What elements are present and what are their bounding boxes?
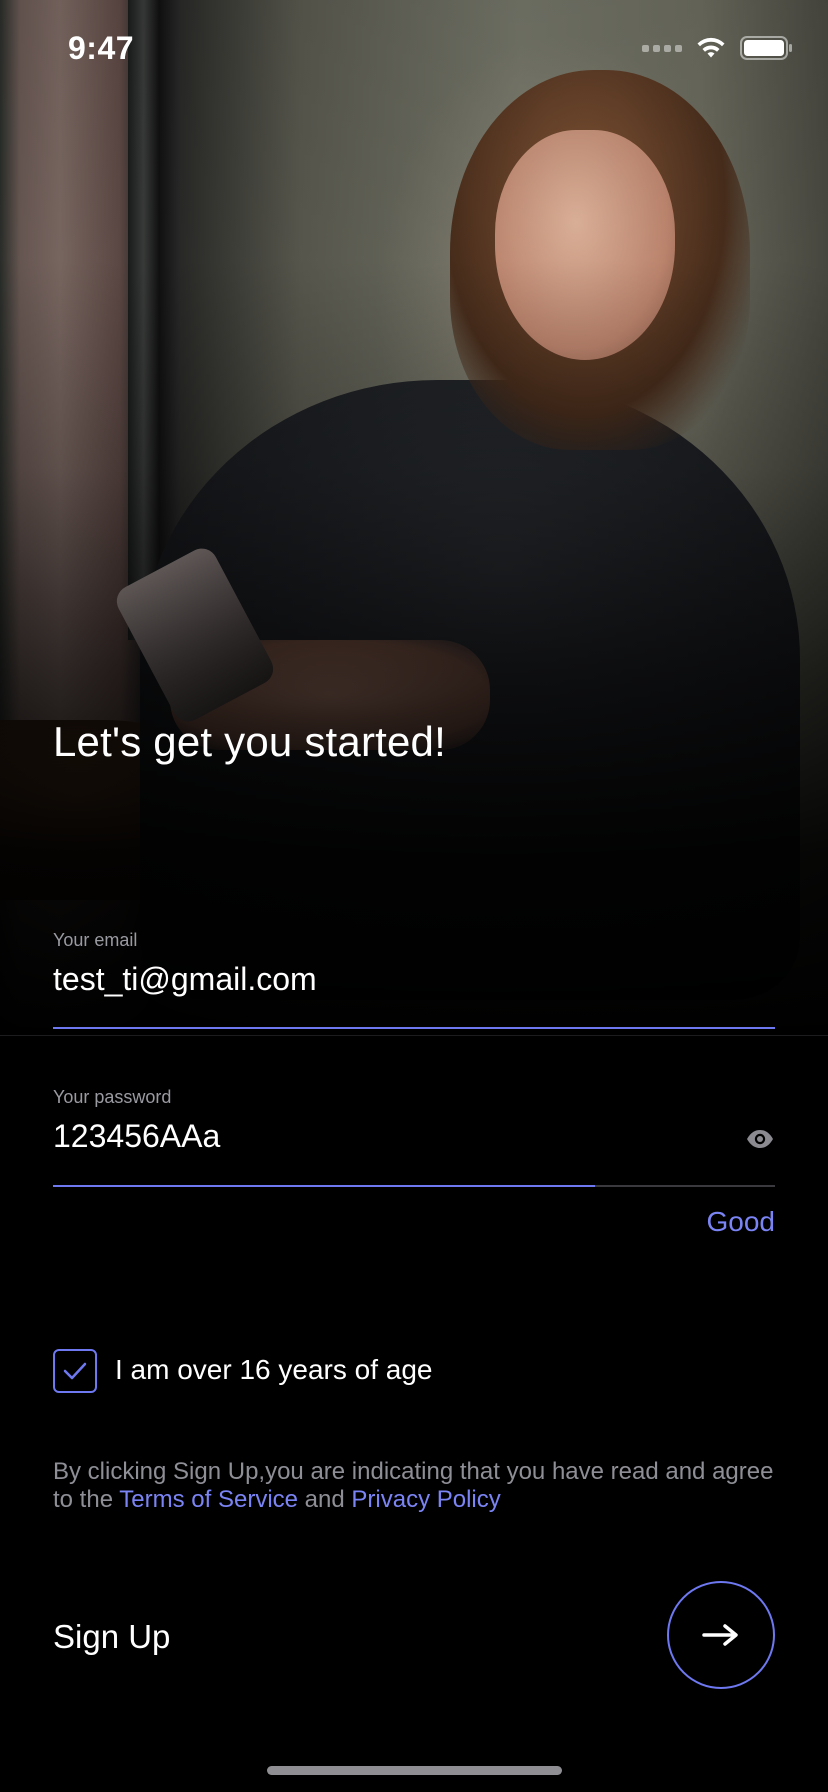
wifi-icon xyxy=(697,37,725,58)
status-icons xyxy=(642,36,794,60)
signup-label: Sign Up xyxy=(53,1618,171,1655)
status-bar: 9:47 xyxy=(0,0,828,100)
signup-button[interactable] xyxy=(667,1581,775,1689)
privacy-policy-link[interactable]: Privacy Policy xyxy=(351,1486,500,1513)
signup-screen: 9:47 Let's get you started! Your email t… xyxy=(0,0,828,1792)
email-input[interactable]: test_ti@gmail.com xyxy=(53,961,775,998)
password-strength-label: Good xyxy=(706,1206,776,1237)
cellular-signal-icon xyxy=(642,44,682,52)
hero-fade-overlay xyxy=(0,0,828,1040)
password-label: Your password xyxy=(53,1087,172,1107)
legal-notice: By clicking Sign Up,you are indicating t… xyxy=(53,1458,783,1514)
password-field[interactable]: Your password 123456AAa xyxy=(53,1087,775,1155)
password-input[interactable]: 123456AAa xyxy=(53,1118,775,1155)
age-checkbox-label[interactable]: I am over 16 years of age xyxy=(115,1354,433,1386)
status-time: 9:47 xyxy=(68,30,135,66)
hero-photo xyxy=(0,0,828,1040)
email-underline xyxy=(53,1027,775,1029)
home-indicator[interactable] xyxy=(267,1766,562,1775)
divider xyxy=(0,1035,828,1036)
arrow-right-icon xyxy=(702,1624,738,1646)
battery-icon xyxy=(740,36,792,60)
terms-of-service-link[interactable]: Terms of Service xyxy=(119,1486,298,1513)
eye-icon[interactable] xyxy=(745,1124,775,1154)
email-label: Your email xyxy=(53,930,138,950)
legal-conjunction: and xyxy=(304,1486,345,1513)
page-title: Let's get you started! xyxy=(53,718,446,765)
checkmark-icon xyxy=(63,1362,87,1380)
password-strength-bar xyxy=(53,1185,595,1187)
email-field[interactable]: Your email test_ti@gmail.com xyxy=(53,930,775,998)
age-checkbox[interactable] xyxy=(53,1349,97,1393)
